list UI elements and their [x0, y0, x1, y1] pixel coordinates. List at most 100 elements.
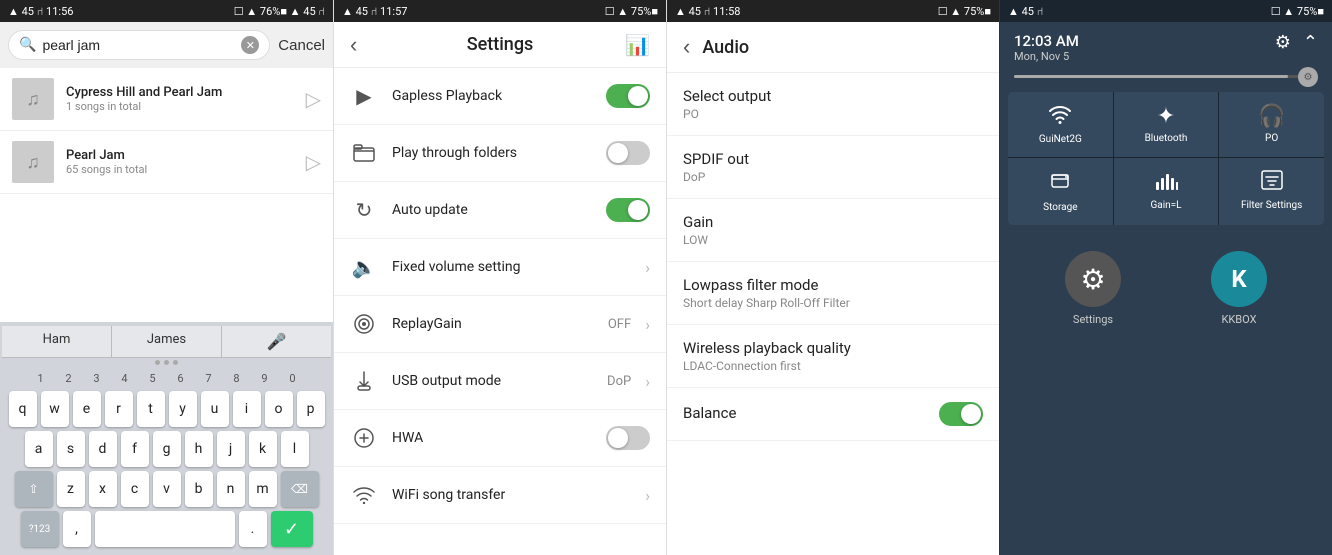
key-o[interactable]: o: [265, 391, 293, 427]
autoupdate-icon: ↻: [350, 196, 378, 224]
key-5[interactable]: 5: [140, 367, 166, 389]
key-2[interactable]: 2: [56, 367, 82, 389]
quick-tile-storage[interactable]: Storage: [1008, 158, 1113, 225]
key-t[interactable]: t: [137, 391, 165, 427]
key-p[interactable]: p: [297, 391, 325, 427]
hwa-toggle[interactable]: [606, 426, 650, 450]
key-g[interactable]: g: [153, 431, 181, 467]
mic-button[interactable]: 🎤: [222, 326, 331, 357]
search-input[interactable]: [42, 37, 235, 53]
key-comma[interactable]: ,: [63, 511, 91, 547]
dot: [155, 360, 160, 365]
key-z[interactable]: z: [57, 471, 85, 507]
key-b[interactable]: b: [185, 471, 213, 507]
key-m[interactable]: m: [249, 471, 277, 507]
quick-tile-bluetooth[interactable]: ✦ Bluetooth: [1114, 92, 1219, 157]
play-button[interactable]: ▷: [306, 150, 321, 175]
key-7[interactable]: 7: [196, 367, 222, 389]
key-d[interactable]: d: [89, 431, 117, 467]
settings-app-icon[interactable]: ⚙ Settings: [1065, 251, 1121, 326]
suggestion-james[interactable]: James: [112, 326, 222, 357]
key-k[interactable]: k: [249, 431, 277, 467]
key-v[interactable]: v: [153, 471, 181, 507]
kb-row-z: ⇧ z x c v b n m ⌫: [4, 471, 329, 507]
key-y[interactable]: y: [169, 391, 197, 427]
key-space[interactable]: [95, 511, 235, 547]
key-u[interactable]: u: [201, 391, 229, 427]
settings-item-gapless[interactable]: ▶ Gapless Playback: [334, 68, 666, 125]
settings-item-replaygain[interactable]: ReplayGain OFF ›: [334, 296, 666, 353]
quick-tile-label: PO: [1265, 133, 1278, 144]
key-shift[interactable]: ⇧: [15, 471, 53, 507]
key-x[interactable]: x: [89, 471, 117, 507]
audio-item-gain[interactable]: Gain LOW: [667, 199, 999, 262]
key-f[interactable]: f: [121, 431, 149, 467]
notif-time: 12:03 AM: [1014, 32, 1079, 50]
key-3[interactable]: 3: [84, 367, 110, 389]
key-r[interactable]: r: [105, 391, 133, 427]
settings-item-usb[interactable]: USB output mode DoP ›: [334, 353, 666, 410]
settings-item-volume[interactable]: 🔈 Fixed volume setting ›: [334, 239, 666, 296]
key-backspace[interactable]: ⌫: [281, 471, 319, 507]
volume-thumb[interactable]: ⚙: [1298, 67, 1318, 87]
autoupdate-toggle[interactable]: [606, 198, 650, 222]
volume-icon: 🔈: [350, 253, 378, 281]
quick-tile-wifi[interactable]: GuiNet2G: [1008, 92, 1113, 157]
audio-item-wireless[interactable]: Wireless playback quality LDAC-Connectio…: [667, 325, 999, 388]
key-n[interactable]: n: [217, 471, 245, 507]
key-c[interactable]: c: [121, 471, 149, 507]
gapless-toggle[interactable]: [606, 84, 650, 108]
clear-button[interactable]: ✕: [241, 36, 259, 54]
key-a[interactable]: a: [25, 431, 53, 467]
key-period[interactable]: .: [239, 511, 267, 547]
key-l[interactable]: l: [281, 431, 309, 467]
quick-tile-label: GuiNet2G: [1039, 134, 1082, 145]
quick-tile-headphone[interactable]: 🎧 PO: [1219, 92, 1324, 157]
key-6[interactable]: 6: [168, 367, 194, 389]
list-item[interactable]: ♫ Cypress Hill and Pearl Jam 1 songs in …: [0, 68, 333, 131]
key-j[interactable]: j: [217, 431, 245, 467]
settings-item-wifi[interactable]: WiFi song transfer ›: [334, 467, 666, 524]
kkbox-app-icon[interactable]: K KKBOX: [1211, 251, 1267, 326]
audio-item-lowpass[interactable]: Lowpass filter mode Short delay Sharp Ro…: [667, 262, 999, 325]
key-s[interactable]: s: [57, 431, 85, 467]
collapse-icon[interactable]: ⌃: [1303, 32, 1318, 53]
back-button[interactable]: ‹: [350, 32, 357, 58]
play-button[interactable]: ▷: [306, 87, 321, 112]
key-i[interactable]: i: [233, 391, 261, 427]
volume-slider[interactable]: ⚙: [1014, 75, 1318, 78]
settings-app-circle: ⚙: [1065, 251, 1121, 307]
key-9[interactable]: 9: [252, 367, 278, 389]
key-q[interactable]: q: [9, 391, 37, 427]
key-h[interactable]: h: [185, 431, 213, 467]
settings-item-folders[interactable]: Play through folders: [334, 125, 666, 182]
back-button[interactable]: ‹: [683, 34, 690, 60]
settings-item-autoupdate[interactable]: ↻ Auto update: [334, 182, 666, 239]
settings-item-hwa[interactable]: HWA: [334, 410, 666, 467]
cancel-button[interactable]: Cancel: [278, 37, 325, 54]
key-0[interactable]: 0: [280, 367, 306, 389]
audio-item-spdif[interactable]: SPDIF out DoP: [667, 136, 999, 199]
quick-tile-gain[interactable]: Gain=L: [1114, 158, 1219, 225]
balance-toggle[interactable]: [939, 402, 983, 426]
key-e[interactable]: e: [73, 391, 101, 427]
key-num-toggle[interactable]: ?123: [21, 511, 59, 547]
key-w[interactable]: w: [41, 391, 69, 427]
audio-item-output[interactable]: Select output PO: [667, 73, 999, 136]
folders-toggle[interactable]: [606, 141, 650, 165]
gear-icon[interactable]: ⚙: [1275, 32, 1291, 53]
key-enter[interactable]: ✓: [271, 511, 313, 547]
equalizer-icon[interactable]: 📊: [625, 33, 650, 57]
key-8[interactable]: 8: [224, 367, 250, 389]
key-4[interactable]: 4: [112, 367, 138, 389]
num-row: 1 2 3 4 5 6 7 8 9 0: [4, 367, 329, 389]
audio-header: ‹ Audio: [667, 22, 999, 73]
audio-item-balance[interactable]: Balance: [667, 388, 999, 441]
list-item[interactable]: ♫ Pearl Jam 65 songs in total ▷: [0, 131, 333, 194]
suggestion-ham[interactable]: Ham: [2, 326, 112, 357]
key-1[interactable]: 1: [28, 367, 54, 389]
search-input-wrap[interactable]: 🔍 ✕: [8, 30, 270, 60]
quick-tile-filter[interactable]: Filter Settings: [1219, 158, 1324, 225]
gain-tile-icon: [1154, 170, 1178, 196]
kkbox-icon: K: [1231, 265, 1246, 293]
